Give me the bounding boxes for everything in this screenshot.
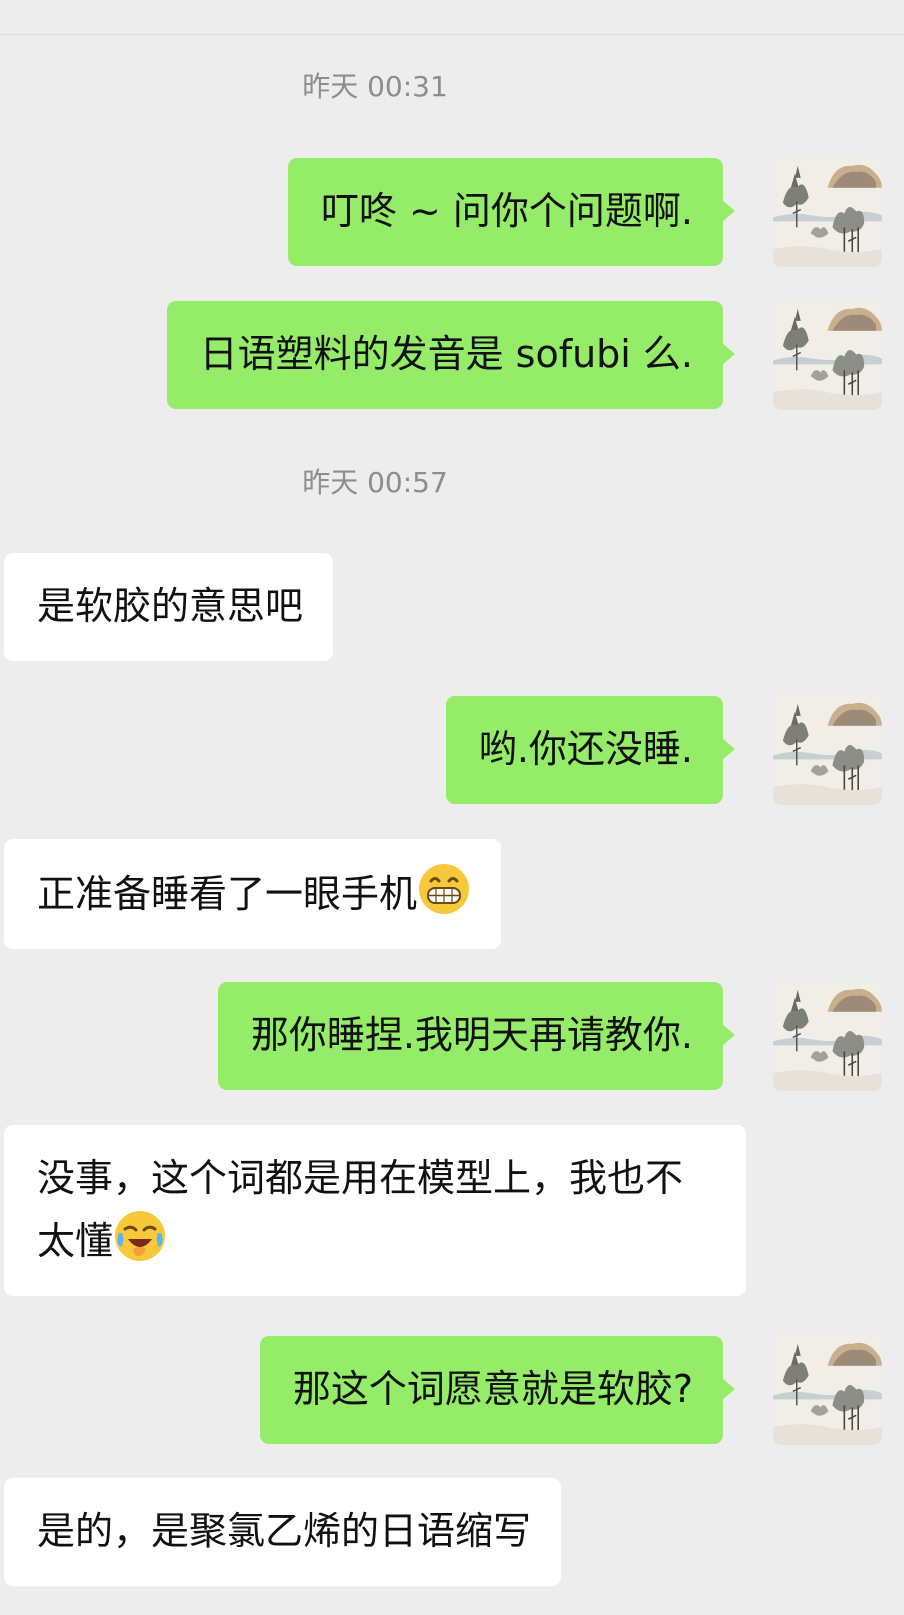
message-bubble-sent[interactable]: 那这个词愿意就是软胶?	[259, 1336, 736, 1444]
timestamp: 昨天 00:57	[302, 466, 448, 499]
landscape-painting-avatar[interactable]	[773, 1336, 882, 1445]
landscape-painting-avatar[interactable]	[773, 696, 882, 805]
message-text: 正准备睡看了一眼手机	[37, 872, 418, 916]
message-bubble-received[interactable]: 是的，是聚氯乙烯的日语缩写	[4, 1478, 562, 1586]
message-bubble-received[interactable]: 是软胶的意思吧	[4, 553, 334, 661]
grinning-face-emoji	[417, 862, 471, 916]
message-bubble-received[interactable]: 没事，这个词都是用在模型上，我也不太懂	[4, 1125, 746, 1296]
message-bubble-sent[interactable]: 日语塑料的发音是 sofubi 么.	[166, 301, 736, 409]
laughing-crying-face-emoji	[113, 1209, 167, 1263]
message-bubble-sent[interactable]: 叮咚 ~ 问你个问题啊.	[287, 158, 736, 266]
top-divider	[0, 34, 904, 35]
landscape-painting-avatar[interactable]	[773, 158, 882, 267]
landscape-painting-avatar[interactable]	[773, 301, 882, 410]
landscape-painting-avatar[interactable]	[773, 982, 882, 1091]
message-bubble-received[interactable]: 正准备睡看了一眼手机	[4, 839, 502, 949]
timestamp: 昨天 00:31	[302, 70, 448, 103]
message-bubble-sent[interactable]: 那你睡捏.我明天再请教你.	[217, 982, 736, 1090]
message-bubble-sent[interactable]: 哟.你还没睡.	[445, 696, 736, 804]
